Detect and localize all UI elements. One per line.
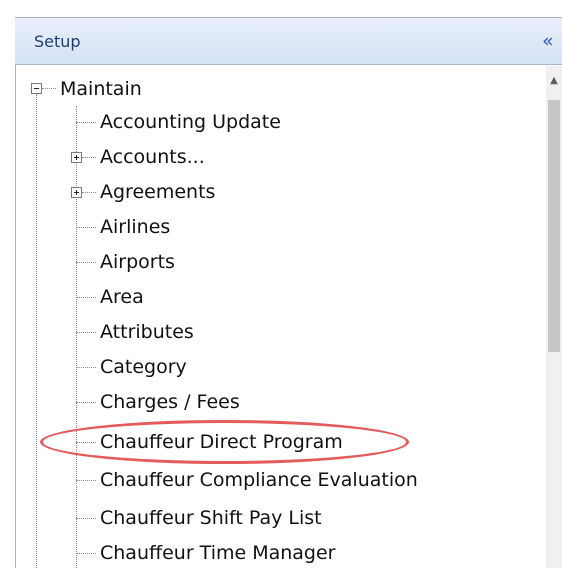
tree-connector [76,367,96,368]
tree-connector [76,553,96,554]
tree-connector [76,122,96,123]
tree-connector [76,480,96,481]
tree-item-chauffeur-direct-program[interactable]: Chauffeur Direct Program [100,425,343,459]
tree-connector [76,402,96,403]
scroll-up-arrow-icon[interactable]: ▲ [549,76,559,86]
tree-connector [82,192,96,193]
tree-connector [76,442,96,443]
tree-item-accounting-update[interactable]: Accounting Update [100,105,281,139]
panel-title: Setup [34,32,81,51]
tree-item-chauffeur-compliance-evaluation[interactable]: Chauffeur Compliance Evaluation [100,463,418,497]
tree-connector [76,106,77,568]
tree-item-agreements[interactable]: Agreements [100,175,215,209]
tree-item-attributes[interactable]: Attributes [100,315,194,349]
tree-item-chauffeur-shift-pay-list[interactable]: Chauffeur Shift Pay List [100,501,322,535]
tree-connector [76,262,96,263]
tree-item-category[interactable]: Category [100,350,187,384]
tree-connector [36,94,37,568]
expand-agreements-icon[interactable] [71,187,82,198]
tree-item-airports[interactable]: Airports [100,245,175,279]
tree-item-accounts[interactable]: Accounts... [100,140,205,174]
setup-tree: Maintain Accounting Update Accounts... A… [16,66,546,568]
tree-connector [76,518,96,519]
expand-accounts-icon[interactable] [71,152,82,163]
tree-item-chauffeur-time-manager[interactable]: Chauffeur Time Manager [100,536,336,570]
scrollbar-thumb[interactable] [548,100,560,352]
collapse-panel-icon[interactable]: « [542,29,562,53]
tree-connector [82,157,96,158]
vertical-scrollbar[interactable]: ▲ [546,66,562,568]
tree-connector [42,88,56,89]
tree-connector [76,332,96,333]
tree-item-airlines[interactable]: Airlines [100,210,170,244]
setup-panel-header: Setup « [15,17,562,65]
tree-connector [76,227,96,228]
collapse-expander-icon[interactable] [31,83,42,94]
tree-item-area[interactable]: Area [100,280,144,314]
tree-connector [76,297,96,298]
tree-item-charges-fees[interactable]: Charges / Fees [100,385,240,419]
tree-item-maintain[interactable]: Maintain [60,72,142,106]
